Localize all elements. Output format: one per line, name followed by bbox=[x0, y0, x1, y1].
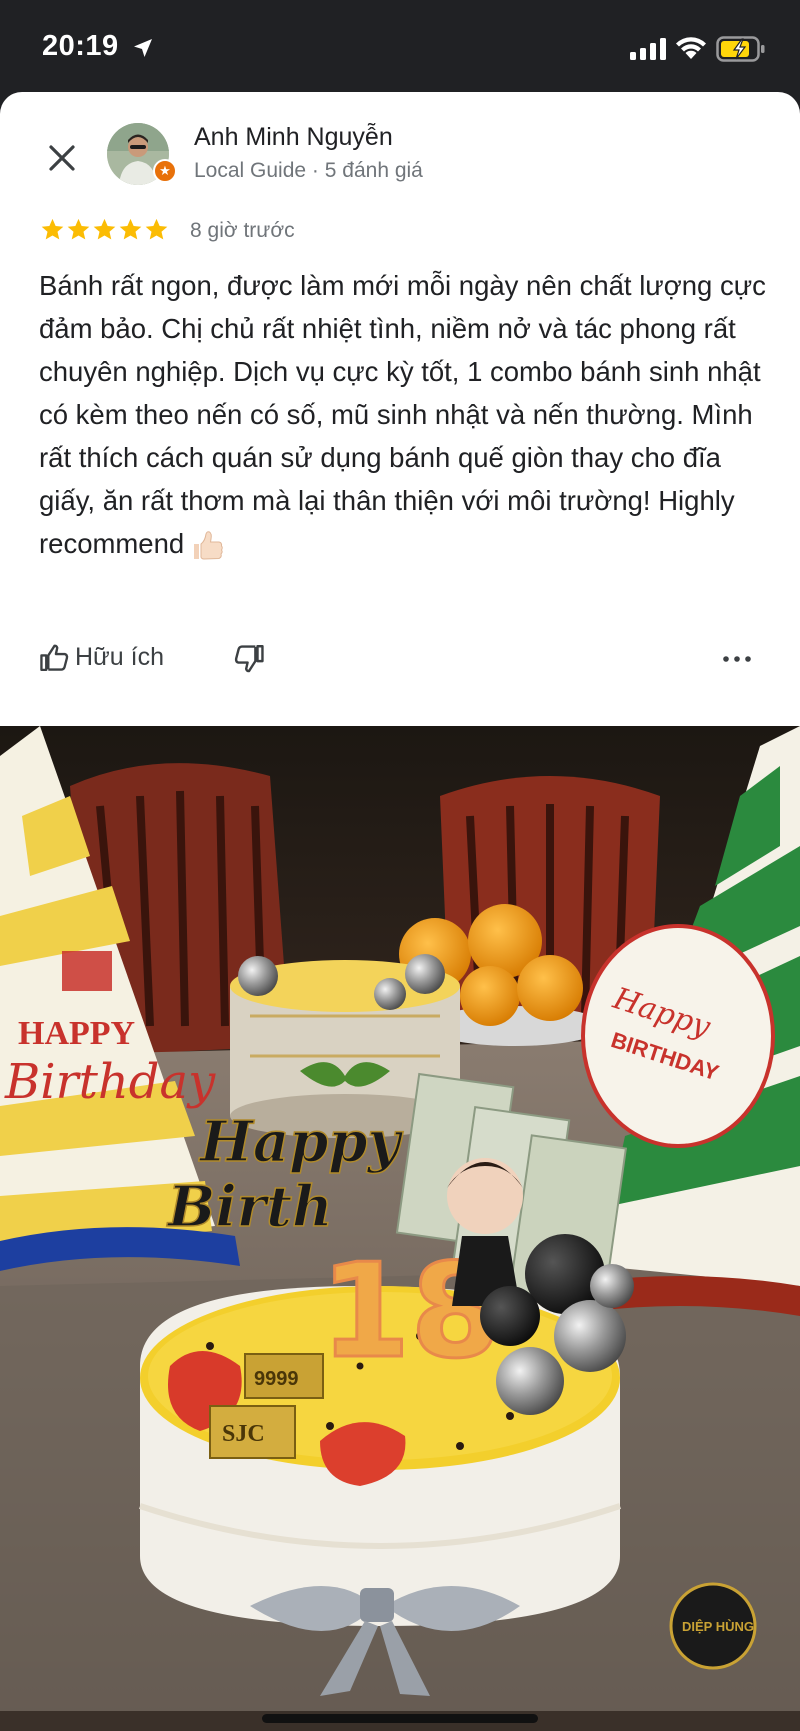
hat-left-script: Birthday bbox=[4, 1054, 216, 1110]
review-photo[interactable]: HAPPY Birthday Happy BIRTHDAY 9999 SJC 1… bbox=[0, 726, 800, 1731]
gold-bar-1: 9999 bbox=[254, 1368, 299, 1390]
star-icon bbox=[145, 218, 168, 240]
status-time: 20:19 bbox=[42, 30, 119, 62]
star-icon bbox=[41, 218, 64, 240]
home-indicator[interactable] bbox=[262, 1714, 538, 1723]
author-meta: Local Guide · 5 đánh giá bbox=[194, 159, 423, 183]
review-sheet: ★ Anh Minh Nguyễn Local Guide · 5 đánh g… bbox=[0, 92, 800, 1731]
topper-script-2: Birth bbox=[166, 1174, 333, 1240]
bakery-logo-text: DIỆP HÙNG bbox=[682, 1619, 754, 1634]
local-guide-star-icon: ★ bbox=[153, 159, 177, 183]
meta-separator: · bbox=[311, 159, 319, 182]
review-text: Bánh rất ngon, được làm mới mỗi ngày nên… bbox=[39, 264, 769, 565]
thumb-up-icon bbox=[40, 644, 69, 671]
cellular-signal-icon bbox=[630, 38, 666, 60]
hat-left-text: HAPPY bbox=[18, 1015, 135, 1052]
status-bar: 20:19 bbox=[0, 0, 800, 92]
author-level: Local Guide bbox=[194, 159, 307, 182]
review-count: 5 đánh giá bbox=[324, 159, 423, 182]
cake-photo-illustration: HAPPY Birthday Happy BIRTHDAY 9999 SJC 1… bbox=[0, 726, 800, 1731]
topper-script-1: Happy bbox=[198, 1109, 404, 1175]
star-icon bbox=[67, 218, 90, 240]
star-icon bbox=[119, 218, 142, 240]
review-time: 8 giờ trước bbox=[190, 219, 295, 242]
star-icon bbox=[93, 218, 116, 240]
helpful-label: Hữu ích bbox=[75, 642, 164, 671]
location-arrow-icon bbox=[134, 39, 152, 57]
helpful-button[interactable]: Hữu ích bbox=[38, 640, 164, 674]
gold-bar-2: SJC bbox=[222, 1421, 265, 1447]
wifi-icon bbox=[676, 37, 706, 59]
thumb-down-icon[interactable] bbox=[232, 642, 266, 676]
author-name[interactable]: Anh Minh Nguyễn bbox=[194, 123, 393, 152]
more-horizontal-icon[interactable] bbox=[722, 652, 752, 666]
thumbs-up-emoji-icon bbox=[194, 530, 223, 560]
review-body: Bánh rất ngon, được làm mới mỗi ngày nên… bbox=[39, 270, 766, 559]
star-rating bbox=[40, 217, 169, 243]
battery-charging-icon bbox=[716, 36, 765, 62]
close-icon[interactable] bbox=[38, 134, 86, 182]
